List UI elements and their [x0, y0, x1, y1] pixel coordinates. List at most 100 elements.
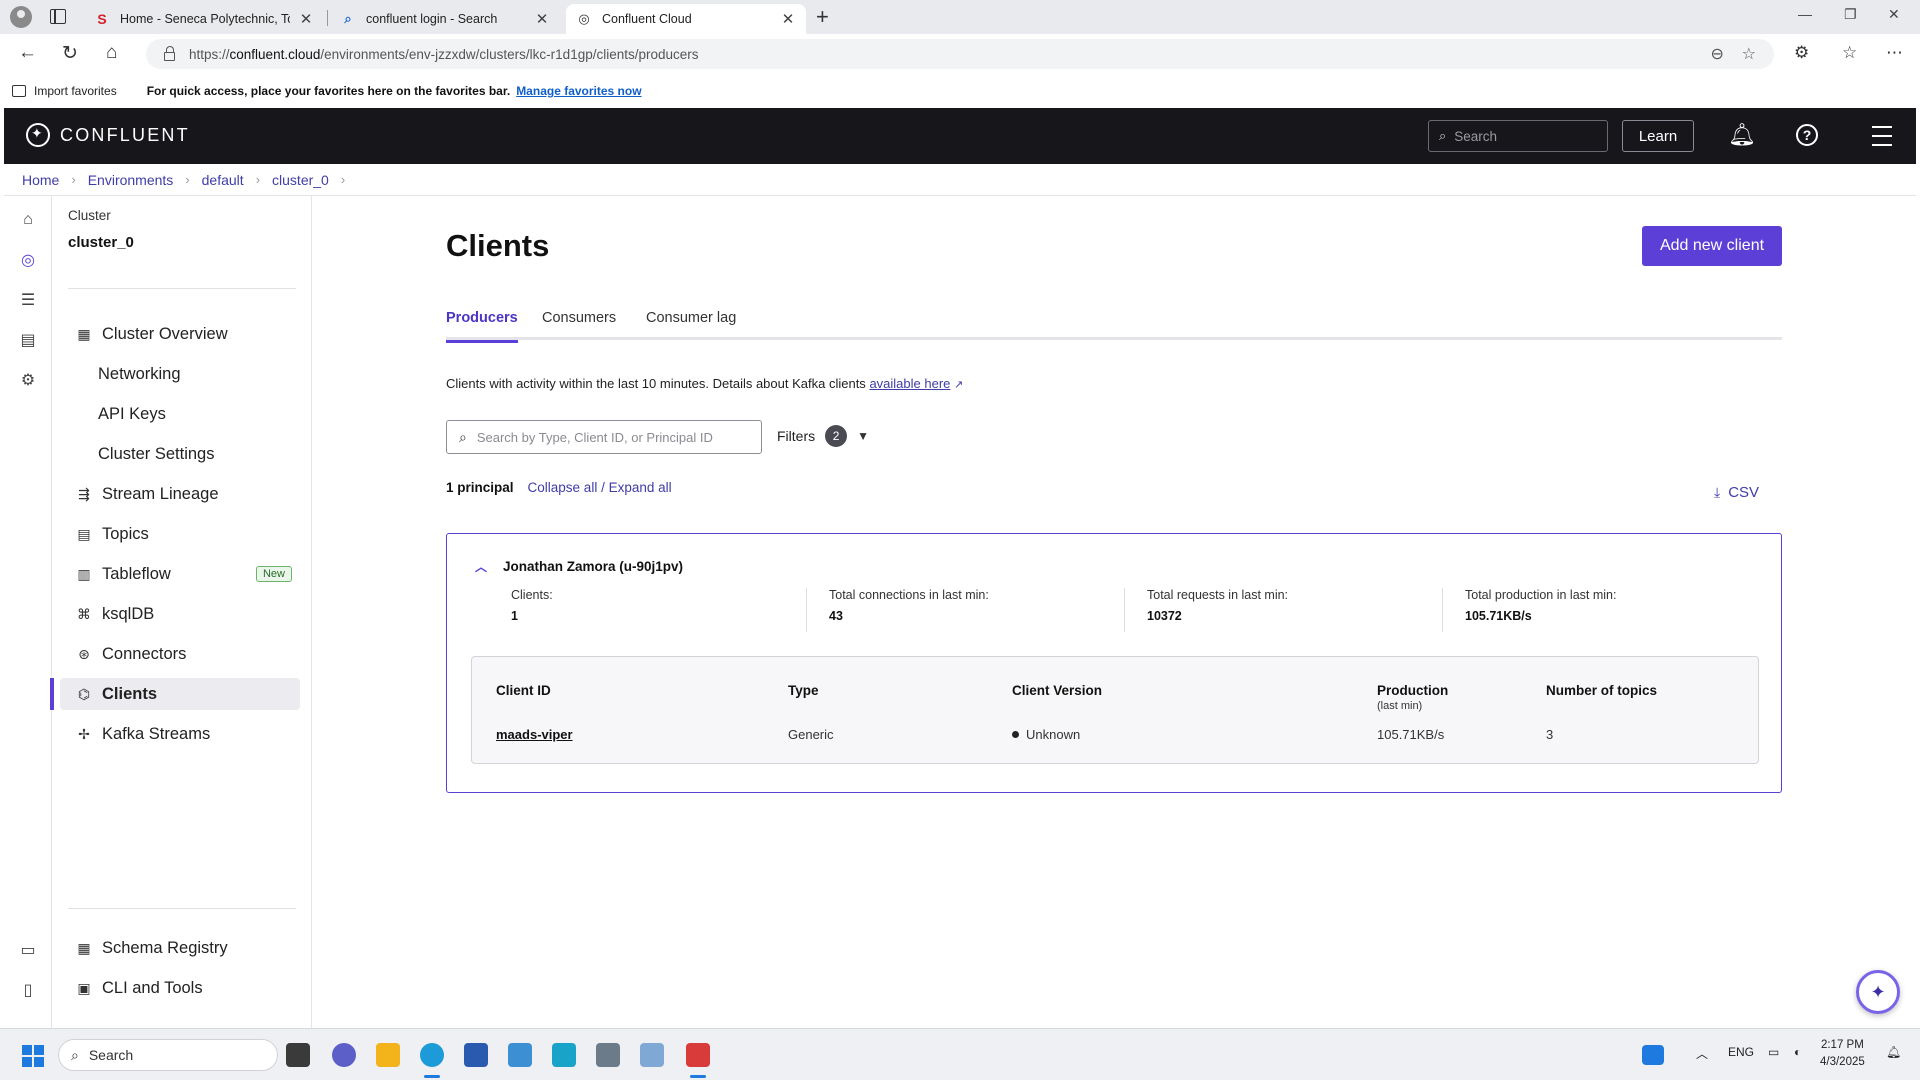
favorite-star-icon[interactable]: ☆ — [1742, 46, 1756, 63]
stat-value: 105.71KB/s — [1465, 609, 1532, 623]
client-id-link[interactable]: maads-viper — [496, 727, 573, 742]
schema-icon: ▦ — [77, 939, 91, 956]
import-favorites-button[interactable]: Import favorites — [12, 84, 117, 98]
ai-assistant-sparkle-icon[interactable]: ✦ — [1856, 970, 1900, 1014]
snipping-tool-icon[interactable] — [686, 1043, 710, 1067]
collapse-all-link[interactable]: Collapse all — [528, 480, 598, 495]
more-menu-icon[interactable]: ⋯ — [1886, 43, 1903, 63]
tab-producers[interactable]: Producers — [446, 310, 518, 343]
hamburger-menu-icon[interactable] — [1872, 126, 1892, 153]
sidebar-item-kafka-streams[interactable]: ✢ Kafka Streams — [60, 718, 300, 750]
task-view-icon[interactable] — [286, 1043, 310, 1067]
billing-icon[interactable]: ▯ — [18, 980, 38, 1000]
taskbar-search-input[interactable]: ⌕ Search — [58, 1039, 278, 1071]
volume-icon[interactable]: ◐ — [1794, 1045, 1801, 1059]
tab-consumer-lag[interactable]: Consumer lag — [646, 310, 736, 340]
close-window-icon[interactable]: ✕ — [1888, 6, 1900, 23]
principal-header[interactable]: ︿ Jonathan Zamora (u-90j1pv) — [475, 558, 683, 575]
running-indicator — [424, 1075, 440, 1078]
confluent-logo[interactable]: CONFLUENT — [26, 123, 190, 147]
client-search-input[interactable]: ⌕ Search by Type, Client ID, or Principa… — [446, 420, 762, 454]
confluent-logo-icon — [26, 123, 50, 147]
chat-icon[interactable]: ▭ — [18, 940, 38, 960]
close-tab-icon[interactable]: ✕ — [298, 10, 314, 28]
lock-icon — [164, 45, 175, 61]
link-separator: / — [601, 480, 609, 495]
windows-start-icon[interactable] — [22, 1045, 44, 1067]
integrations-icon[interactable]: ⚙ — [18, 370, 38, 390]
breadcrumb-default[interactable]: default — [202, 172, 244, 188]
extensions-icon[interactable]: ⚙ — [1794, 43, 1809, 63]
breadcrumb-cluster[interactable]: cluster_0 — [272, 172, 329, 188]
stat-clients: Clients: 1 — [511, 588, 807, 632]
sidebar-item-networking[interactable]: Networking — [60, 358, 300, 390]
csv-label: CSV — [1728, 484, 1760, 501]
breadcrumb-home[interactable]: Home — [22, 172, 59, 188]
column-header-client-id: Client ID — [496, 683, 551, 698]
filters-dropdown[interactable]: Filters 2 ▼ — [777, 425, 869, 447]
notification-bell-icon[interactable]: 🔔︎ — [1886, 1045, 1901, 1059]
photos-icon[interactable] — [640, 1043, 664, 1067]
learn-button[interactable]: Learn — [1622, 120, 1694, 152]
favorites-icon[interactable]: ☆ — [1842, 43, 1857, 63]
sidebar-item-schema-registry[interactable]: ▦ Schema Registry — [60, 932, 300, 964]
file-explorer-icon[interactable] — [376, 1043, 400, 1067]
restore-icon[interactable]: ❐ — [1844, 6, 1857, 23]
manage-favorites-link[interactable]: Manage favorites now — [516, 84, 641, 98]
browser-tab-seneca[interactable]: S Home - Seneca Polytechnic, Toronto ✕ — [84, 4, 324, 34]
sidebar-item-clients[interactable]: ⌬ Clients — [60, 678, 300, 710]
data-portal-icon[interactable]: ☰ — [18, 290, 38, 310]
tray-chevron-up-icon[interactable]: ︿ — [1696, 1045, 1708, 1062]
add-new-client-button[interactable]: Add new client — [1642, 226, 1782, 266]
csv-download-button[interactable]: ⤓ CSV — [1714, 484, 1759, 501]
reader-icon[interactable]: ⊖ — [1710, 46, 1723, 63]
widget-icon[interactable] — [1642, 1045, 1664, 1065]
sidebar-item-tableflow[interactable]: ▥ Tableflow New — [60, 558, 300, 590]
app-icon[interactable] — [508, 1043, 532, 1067]
home-icon[interactable]: ⌂ — [106, 42, 117, 64]
cluster-icon[interactable]: ◎ — [18, 250, 38, 270]
close-tab-icon[interactable]: ✕ — [534, 10, 550, 28]
tab-actions-icon[interactable] — [50, 9, 66, 24]
browser-tab-confluent[interactable]: ◎ Confluent Cloud ✕ — [566, 4, 806, 34]
client-topics-count: 3 — [1546, 727, 1554, 742]
chevron-up-icon[interactable]: ︿ — [475, 558, 487, 575]
language-indicator[interactable]: ENG — [1728, 1045, 1754, 1059]
taskbar-clock[interactable]: 2:17 PM 4/3/2025 — [1820, 1037, 1865, 1071]
header-search-input[interactable]: ⌕ Search — [1428, 120, 1608, 152]
sidebar-item-ksqldb[interactable]: ⌘ ksqlDB — [60, 598, 300, 630]
network-icon[interactable]: ▭ — [1768, 1045, 1779, 1059]
stream-governance-icon[interactable]: ▤ — [18, 330, 38, 350]
sidebar-item-topics[interactable]: ▤ Topics — [60, 518, 300, 550]
store-icon[interactable] — [464, 1043, 488, 1067]
sidebar-item-cluster-settings[interactable]: Cluster Settings — [60, 438, 300, 470]
clients-icon: ⌬ — [77, 685, 91, 702]
breadcrumb-environments[interactable]: Environments — [88, 172, 174, 188]
minimize-icon[interactable]: — — [1798, 6, 1812, 22]
profile-avatar-icon[interactable] — [10, 6, 32, 28]
calculator-icon[interactable] — [596, 1043, 620, 1067]
address-bar-row: ← ↻ ⌂ https://confluent.cloud/environmen… — [0, 34, 1920, 74]
sidebar-item-cli-tools[interactable]: ▣ CLI and Tools — [60, 972, 300, 1004]
sidebar-item-cluster-overview[interactable]: ▦ Cluster Overview — [60, 318, 300, 350]
app-icon[interactable] — [552, 1043, 576, 1067]
expand-all-link[interactable]: Expand all — [609, 480, 672, 495]
teams-icon[interactable] — [332, 1043, 356, 1067]
sidebar-item-stream-lineage[interactable]: ⇶ Stream Lineage — [60, 478, 300, 510]
tab-consumers[interactable]: Consumers — [542, 310, 616, 340]
new-tab-button[interactable]: + — [816, 4, 829, 30]
browser-tab-search[interactable]: ⌕ confluent login - Search ✕ — [330, 4, 560, 34]
chevron-right-icon: › — [185, 172, 190, 187]
refresh-icon[interactable]: ↻ — [62, 42, 78, 65]
stat-label: Total requests in last min: — [1147, 588, 1289, 602]
close-tab-icon[interactable]: ✕ — [780, 10, 796, 28]
bell-icon[interactable]: 🔔︎ — [1728, 122, 1756, 148]
back-arrow-icon[interactable]: ← — [18, 42, 37, 64]
available-here-link[interactable]: available here — [869, 376, 950, 391]
help-icon[interactable]: ? — [1796, 124, 1818, 146]
sidebar-item-api-keys[interactable]: API Keys — [60, 398, 300, 430]
url-field[interactable]: https://confluent.cloud/environments/env… — [146, 39, 1774, 69]
sidebar-item-connectors[interactable]: ⊛ Connectors — [60, 638, 300, 670]
home-icon[interactable]: ⌂ — [18, 210, 38, 230]
edge-browser-icon[interactable] — [420, 1043, 444, 1067]
